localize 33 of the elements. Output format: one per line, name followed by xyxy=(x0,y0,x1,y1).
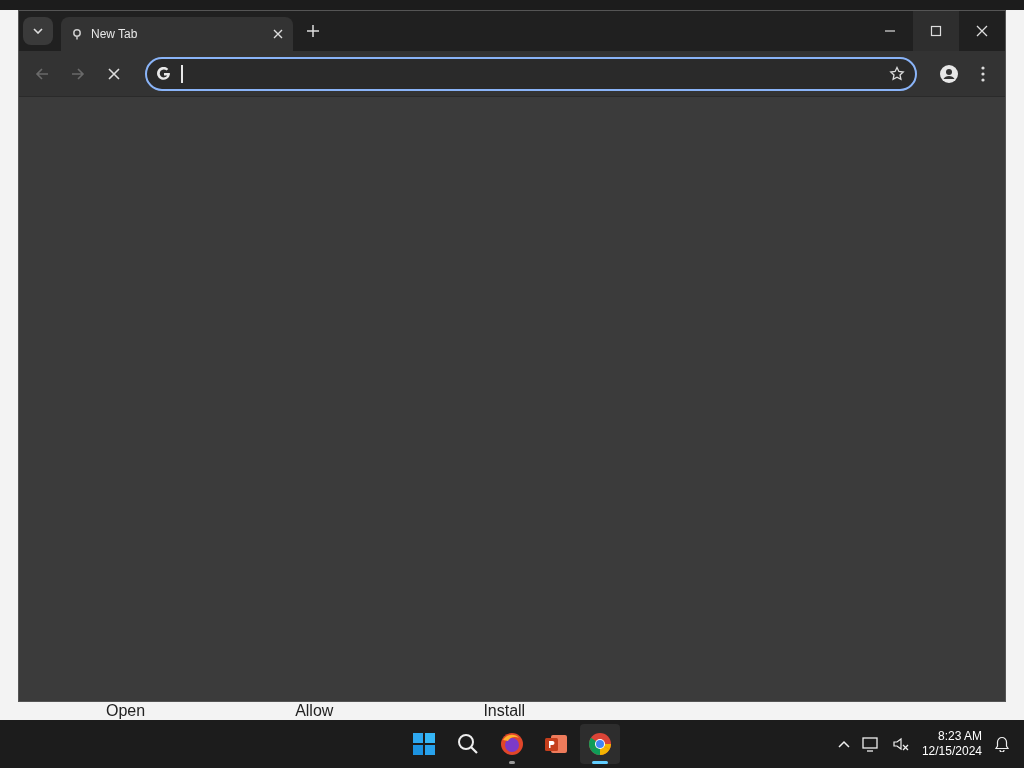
more-vertical-icon xyxy=(981,65,985,82)
google-g-icon xyxy=(157,66,171,81)
plus-icon xyxy=(307,25,319,37)
clock-date[interactable]: 12/15/2024 xyxy=(921,744,982,759)
fox-globe-icon xyxy=(499,731,525,757)
chevron-up-icon[interactable] xyxy=(837,740,850,748)
browser-tab[interactable]: New Tab xyxy=(61,17,293,51)
person-icon xyxy=(940,64,958,83)
tab-search-button[interactable] xyxy=(23,17,53,45)
button-label: Open xyxy=(106,703,146,719)
speaker-muted-icon[interactable] xyxy=(891,736,910,752)
close-icon xyxy=(976,25,988,37)
windows-logo-icon xyxy=(411,731,437,757)
star-icon[interactable] xyxy=(889,65,905,82)
button-label: Allow xyxy=(295,703,334,719)
taskbar-app-button[interactable] xyxy=(580,724,620,764)
close-icon[interactable] xyxy=(273,29,283,39)
running-indicator xyxy=(592,761,608,764)
network-icon[interactable] xyxy=(861,736,880,752)
bell-icon[interactable] xyxy=(994,736,1010,752)
back-arrow-icon xyxy=(35,66,49,81)
tab-title: New Tab xyxy=(91,26,139,43)
running-indicator xyxy=(509,761,515,764)
clock-time[interactable]: 8:23 AM xyxy=(937,729,982,744)
close-icon xyxy=(107,66,121,81)
chrome-icon xyxy=(587,731,613,757)
maximize-icon xyxy=(930,25,942,37)
pin-icon xyxy=(71,28,83,40)
button-label: Install xyxy=(483,703,526,719)
forward-arrow-icon xyxy=(71,66,85,81)
address-bar[interactable] xyxy=(145,56,917,91)
text-cursor xyxy=(181,64,183,83)
chevron-down-icon xyxy=(33,28,43,34)
